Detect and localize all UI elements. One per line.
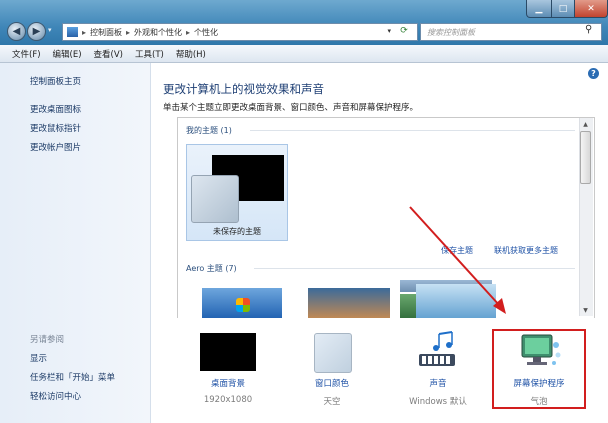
breadcrumb-personalization[interactable]: 个性化: [194, 27, 218, 38]
screen-saver-highlight-box: [492, 329, 586, 409]
group-divider: [254, 268, 575, 269]
close-button[interactable]: ✕: [574, 0, 608, 18]
refresh-icon[interactable]: ⟳: [394, 24, 414, 38]
recent-pages-dropdown-icon[interactable]: ▾: [48, 26, 52, 34]
sidebar: 控制面板主页 更改桌面图标 更改鼠标指针 更改帐户图片 另请参阅 显示 任务栏和…: [0, 63, 151, 423]
desktop-background-value: 1920x1080: [203, 395, 253, 405]
arrow-left-icon: ◀: [12, 26, 21, 37]
search-icon[interactable]: ⚲: [585, 24, 592, 35]
search-input[interactable]: 搜索控制面板: [420, 23, 602, 41]
sidebar-link-control-panel-home[interactable]: 控制面板主页: [30, 75, 81, 87]
see-also-display[interactable]: 显示: [30, 352, 47, 364]
window-color-value: 天空: [323, 397, 341, 407]
theme-aero-windows[interactable]: [202, 288, 282, 318]
sounds-value: Windows 默认: [409, 397, 467, 407]
sidebar-link-change-desktop-icons[interactable]: 更改桌面图标: [30, 103, 81, 115]
menu-view[interactable]: 查看(V): [94, 48, 123, 60]
see-also-ease-of-access[interactable]: 轻松访问中心: [30, 390, 81, 402]
control-panel-icon: [67, 27, 78, 37]
see-also-heading: 另请参阅: [30, 335, 65, 345]
breadcrumb-separator: ▸: [82, 27, 87, 37]
get-more-themes-link[interactable]: 联机获取更多主题: [494, 245, 558, 256]
window-color-icon[interactable]: [314, 333, 352, 373]
desktop-background-icon[interactable]: [200, 333, 256, 371]
arrow-right-icon: ▶: [32, 26, 41, 37]
windows-logo-icon: [236, 298, 250, 312]
breadcrumb-separator: ▸: [126, 27, 131, 37]
theme-unsaved[interactable]: 未保存的主题: [186, 144, 288, 241]
save-theme-link[interactable]: 保存主题: [441, 245, 473, 256]
aero-themes-label: Aero 主题 (7): [186, 264, 237, 273]
page-subtitle: 单击某个主题立即更改桌面背景、窗口颜色、声音和屏幕保护程序。: [163, 103, 419, 113]
window-color-link[interactable]: 窗口颜色: [287, 377, 377, 389]
theme-aero-nature[interactable]: [416, 284, 496, 318]
theme-aero-architecture[interactable]: [308, 288, 390, 318]
forward-button[interactable]: ▶: [27, 22, 46, 41]
page-title: 更改计算机上的视觉效果和声音: [163, 82, 324, 96]
scrollbar-thumb[interactable]: [580, 131, 591, 184]
desktop-background-link[interactable]: 桌面背景: [183, 377, 273, 389]
scroll-up-icon[interactable]: ▲: [579, 118, 592, 130]
sounds-icon[interactable]: [416, 330, 460, 374]
help-icon[interactable]: ?: [588, 68, 599, 79]
menu-edit[interactable]: 编辑(E): [53, 48, 82, 60]
menu-tools[interactable]: 工具(T): [135, 48, 164, 60]
sounds-link[interactable]: 声音: [393, 377, 483, 389]
maximize-button[interactable]: □: [551, 0, 575, 18]
breadcrumb-appearance[interactable]: 外观和个性化: [134, 27, 182, 38]
theme-preview-window: [191, 175, 239, 223]
theme-unsaved-label: 未保存的主题: [213, 227, 261, 236]
minimize-button[interactable]: ▁: [526, 0, 552, 18]
see-also-taskbar[interactable]: 任务栏和「开始」菜单: [30, 371, 115, 383]
sidebar-link-change-account-picture[interactable]: 更改帐户图片: [30, 141, 81, 153]
menu-file[interactable]: 文件(F): [12, 48, 41, 60]
address-bar[interactable]: ▸ 控制面板 ▸ 外观和个性化 ▸ 个性化 ▾: [62, 23, 418, 41]
sidebar-link-change-mouse-pointers[interactable]: 更改鼠标指针: [30, 122, 81, 134]
group-divider: [250, 130, 575, 131]
address-dropdown-icon[interactable]: ▾: [387, 27, 391, 35]
scroll-down-icon[interactable]: ▼: [579, 304, 592, 316]
back-button[interactable]: ◀: [7, 22, 26, 41]
menu-help[interactable]: 帮助(H): [176, 48, 206, 60]
theme-list: 我的主题 (1) 未保存的主题 保存主题 联机获取更多主题 Aero 主题 (7…: [177, 117, 595, 319]
breadcrumb-control-panel[interactable]: 控制面板: [90, 27, 122, 38]
search-placeholder: 搜索控制面板: [427, 27, 475, 37]
my-themes-label: 我的主题 (1): [186, 126, 232, 135]
breadcrumb-separator: ▸: [186, 27, 191, 37]
menu-bar: 文件(F) 编辑(E) 查看(V) 工具(T) 帮助(H): [0, 45, 608, 63]
